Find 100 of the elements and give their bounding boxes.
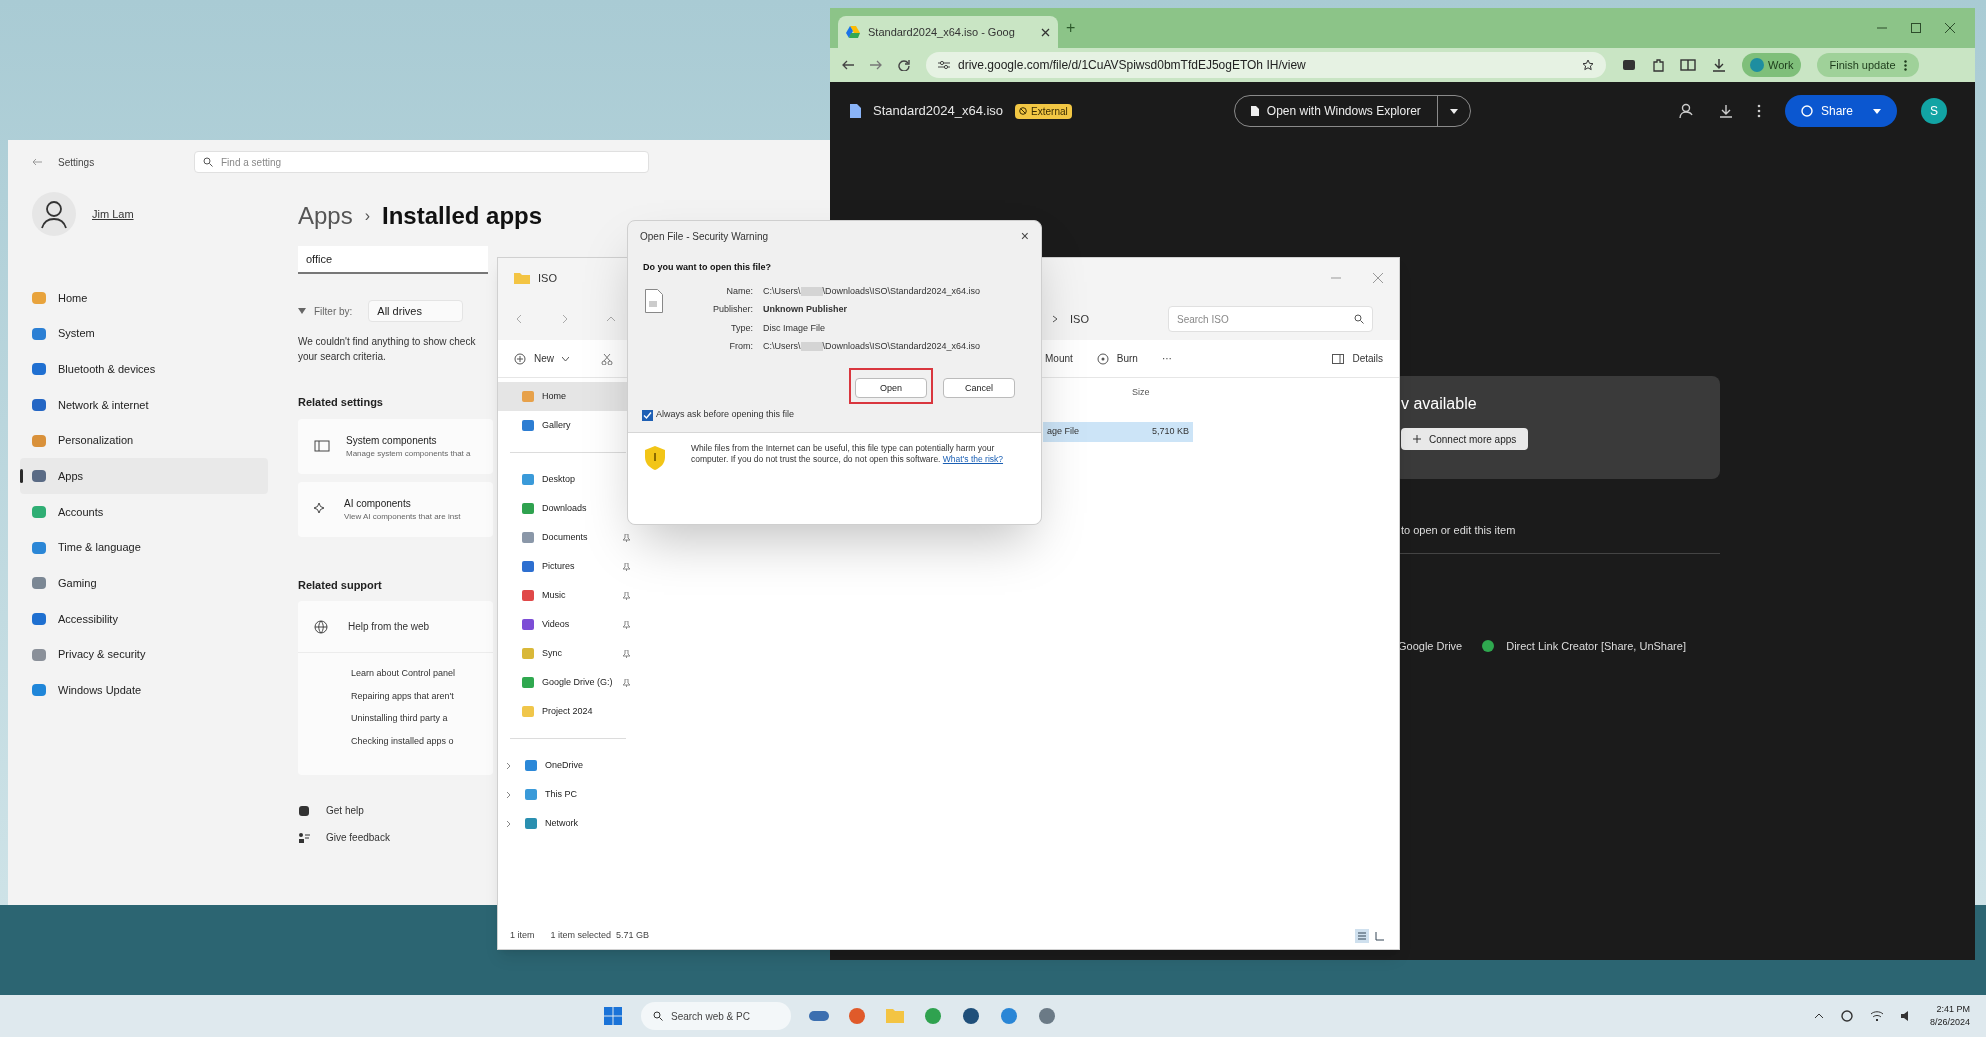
nav-item[interactable]: Apps [20, 458, 268, 495]
app-search-field[interactable]: office [298, 246, 488, 274]
risk-link[interactable]: What's the risk? [942, 453, 1004, 464]
file-size: 5,710 KB [1151, 425, 1189, 439]
footer-link[interactable]: Give feedback [326, 830, 390, 845]
field-value: \Downloads\ISO\Standard2024_x64.iso [822, 340, 981, 353]
star-icon [1582, 59, 1594, 71]
connect-apps-button[interactable]: Connect more apps [1401, 428, 1529, 450]
caret-icon [1873, 108, 1881, 114]
toolbar-button[interactable]: ··· [1161, 351, 1172, 366]
warning-text: While files from the Internet can be useful, this file type can potentially harm your computer. If you do not trust the source, do not open this software. What's the risk? [691, 442, 1005, 465]
profile-button[interactable]: Work [1742, 53, 1802, 77]
nav-item[interactable]: Time & language [20, 529, 268, 566]
file-name: Standard2024_x64.iso [873, 102, 1004, 121]
field-label: Name: [725, 284, 753, 298]
card-subtitle: View AI components that are inst [344, 510, 461, 523]
help-section-header[interactable]: Help from the web [298, 601, 493, 653]
plus-icon [514, 352, 526, 365]
app-icon [847, 1006, 867, 1026]
user-name: Jim Lam [92, 206, 134, 222]
field-label: Publisher: [711, 303, 753, 316]
feedback-icon [298, 831, 310, 844]
search-field[interactable]: Find a setting [194, 151, 649, 173]
card-subtitle: Manage system components that a [346, 447, 471, 460]
drive-dropdown[interactable]: All drives [368, 300, 464, 322]
search-icon [1354, 314, 1364, 324]
dialog-button[interactable]: Cancel [943, 378, 1015, 399]
file-row[interactable]: age File 5,710 KB [1043, 422, 1193, 442]
browser-tab[interactable]: Standard2024_x64.iso - Goog [838, 16, 1058, 48]
help-link[interactable]: Repairing apps that aren't [351, 689, 454, 703]
details-button[interactable]: Details [1332, 351, 1383, 366]
card-title: AI components [344, 496, 412, 511]
close-icon [1373, 273, 1383, 283]
chevron-icon [1052, 315, 1058, 323]
close-button[interactable]: × [1020, 225, 1029, 247]
more-icon [1903, 59, 1907, 71]
open-with-button[interactable]: Open with Windows Explorer [1234, 96, 1438, 126]
help-link[interactable]: Learn about Control panel [351, 667, 456, 681]
nav-item[interactable]: Network & internet [20, 387, 268, 423]
nav-item[interactable]: Bluetooth & devices [20, 351, 268, 388]
sidebar-item[interactable]: Documents [498, 523, 638, 552]
tab-title: Standard2024_x64.iso - Goog [868, 24, 1016, 40]
plus-icon [1413, 435, 1421, 443]
start-icon [603, 1006, 623, 1026]
clock[interactable]: 2:41 PM 8/26/2024 [1929, 1002, 1970, 1030]
nav-item[interactable]: Personalization [20, 422, 268, 459]
dialog-button[interactable]: Open [855, 378, 927, 399]
nav-item[interactable]: Accounts [20, 494, 268, 530]
breadcrumb-link[interactable]: Apps [298, 198, 353, 234]
nav-item[interactable]: Privacy & security [20, 636, 268, 673]
card-title: v available [1401, 394, 1477, 414]
new-button[interactable]: New [514, 351, 569, 366]
help-link[interactable]: Uninstalling third party a [351, 712, 448, 726]
help-link[interactable]: Checking installed apps o [351, 734, 454, 748]
section-heading: Related settings [298, 395, 383, 410]
nav-item[interactable]: Windows Update [20, 672, 268, 709]
close-icon [1945, 23, 1955, 33]
address-bar[interactable]: drive.google.com/file/d/1CuAVSpiwsd0bmTfdEJ5ogETOh IH/view [926, 52, 1606, 78]
app-name[interactable]: Direct Link Creator [Share, UnShare] [1506, 637, 1686, 654]
sidebar-item[interactable]: Project 2024 [498, 697, 638, 726]
card-title: System components [346, 433, 438, 448]
file-type: age File [1047, 425, 1080, 439]
sidebar-item[interactable]: OneDrive [498, 751, 638, 780]
sidebar-item[interactable]: This PC [498, 780, 638, 809]
footer-link[interactable]: Get help [326, 803, 364, 818]
settings-card[interactable]: AI components View AI components that are inst [298, 481, 493, 537]
sidebar-item[interactable]: Network [498, 809, 638, 838]
sidebar-item[interactable]: Videos [498, 610, 638, 639]
blocked-icon [1019, 107, 1028, 115]
nav-item[interactable]: Gaming [20, 565, 268, 602]
burn-icon [1096, 352, 1109, 365]
column-header[interactable]: Size [1132, 386, 1150, 400]
sidebar-item[interactable]: Google Drive (G:) [498, 668, 638, 697]
nav-item[interactable]: System [20, 315, 268, 352]
globe-icon [314, 619, 328, 634]
status-text: 1 item selected 5.71 GB [550, 929, 650, 943]
field-label: From: [728, 340, 753, 353]
settings-card[interactable]: System components Manage system components that a [298, 418, 493, 474]
reload-icon [898, 59, 910, 71]
nav-item[interactable]: Accessibility [20, 601, 268, 637]
search-field[interactable]: Search ISO [1168, 306, 1373, 332]
placeholder: Find a setting [221, 155, 282, 170]
toolbar-button[interactable]: Burn [1096, 351, 1138, 366]
document-icon [645, 288, 663, 313]
address-bar[interactable]: ISO [1052, 306, 1152, 332]
nav-item[interactable]: Home [20, 280, 268, 316]
status-text: 1 item [510, 929, 535, 943]
close-icon [1041, 27, 1050, 37]
sidebar-item[interactable]: Sync [498, 639, 638, 668]
window-title: ISO [538, 270, 557, 286]
search-field[interactable]: Search web & PC [641, 1002, 791, 1030]
sidebar-item[interactable]: Pictures [498, 552, 638, 581]
filter-label: Filter by: [314, 304, 353, 319]
checkbox[interactable] [642, 409, 653, 421]
forward-icon [870, 60, 882, 70]
new-tab-button[interactable]: + [1066, 16, 1076, 40]
update-button[interactable]: Finish update [1817, 53, 1919, 77]
share-button[interactable]: Share [1784, 95, 1897, 127]
details-view-icon [1355, 929, 1369, 943]
sidebar-item[interactable]: Music [498, 581, 638, 610]
